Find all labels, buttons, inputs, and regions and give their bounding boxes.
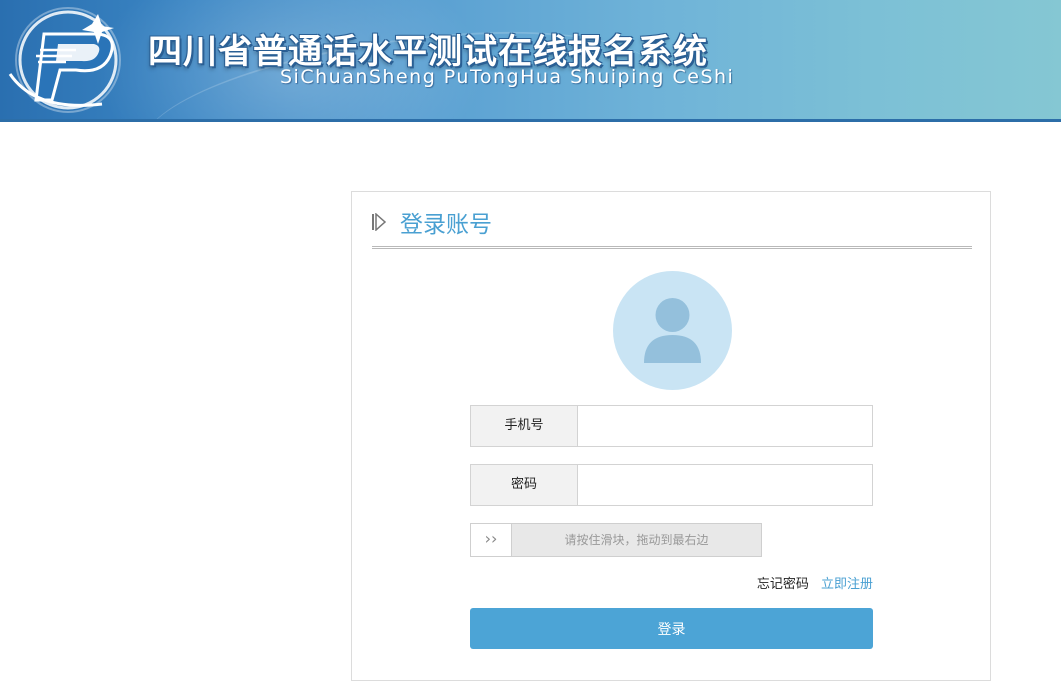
phone-label: 手机号	[471, 406, 578, 446]
login-button[interactable]: 登录	[470, 608, 873, 649]
user-avatar-icon	[613, 271, 732, 390]
password-label: 密码	[471, 465, 578, 505]
login-panel: 登录账号 手机号 密码 ›› 请按住滑块，拖动到最右边 忘记密码 立即注册 登录	[351, 191, 991, 681]
site-header: 四川省普通话水平测试在线报名系统 SiChuanSheng PuTongHua …	[0, 0, 1061, 122]
triangle-arrow-icon	[372, 213, 386, 231]
password-field: 密码	[470, 464, 873, 506]
site-subtitle: SiChuanSheng PuTongHua Shuiping CeShi	[280, 66, 735, 88]
p-swoosh-logo-icon	[8, 7, 121, 113]
slider-hint: 请按住滑块，拖动到最右边	[564, 533, 709, 547]
slide-captcha[interactable]: ›› 请按住滑块，拖动到最右边	[470, 523, 762, 557]
phone-field: 手机号	[470, 405, 873, 447]
auth-links: 忘记密码 立即注册	[470, 573, 873, 592]
register-link[interactable]: 立即注册	[821, 577, 873, 592]
password-input[interactable]	[578, 465, 872, 505]
phone-input[interactable]	[578, 406, 872, 446]
login-panel-header: 登录账号	[372, 204, 972, 249]
slider-handle[interactable]: ››	[471, 524, 512, 556]
login-title: 登录账号	[400, 212, 492, 238]
forgot-password-link[interactable]: 忘记密码	[757, 577, 809, 592]
